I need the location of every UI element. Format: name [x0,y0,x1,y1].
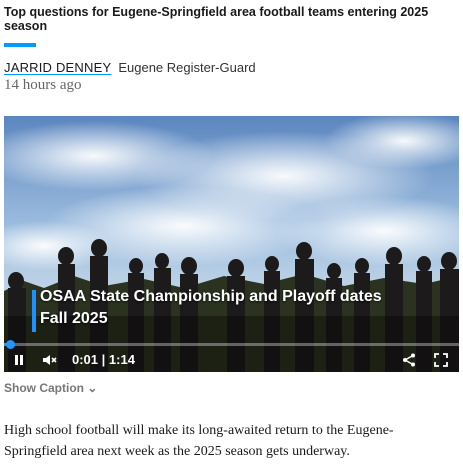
video-player[interactable]: OSAA State Championship and Playoff date… [4,116,459,372]
show-caption-label: Show Caption [4,381,84,395]
share-button[interactable] [402,352,416,368]
article-headline: Top questions for Eugene-Springfield are… [4,5,429,33]
video-overlay-title: OSAA State Championship and Playoff date… [40,288,382,305]
video-overlay-subtitle: Fall 2025 [40,310,108,327]
byline: JARRID DENNEY Eugene Register-Guard [4,60,256,75]
progress-bar[interactable] [4,343,459,346]
outlet-name: Eugene Register-Guard [118,60,256,75]
time-display: 0:01 | 1:14 [72,352,135,367]
fullscreen-icon [434,353,448,367]
article-body-paragraph: High school football will make its long-… [4,423,394,459]
mute-button[interactable] [42,352,58,368]
publish-timestamp: 14 hours ago [4,77,82,93]
show-caption-button[interactable]: Show Caption ⌄ [4,381,97,395]
current-time: 0:01 [72,352,99,367]
time-separator: | [101,352,106,367]
video-frame [4,116,459,372]
chevron-down-icon: ⌄ [87,381,98,395]
overlay-accent-bar [32,290,36,332]
pause-button[interactable] [14,352,24,368]
muted-speaker-icon [43,355,57,365]
pause-icon [15,355,23,365]
author-link[interactable]: JARRID DENNEY [4,60,111,75]
fullscreen-button[interactable] [434,352,448,368]
share-icon [403,353,415,367]
duration: 1:14 [108,352,135,367]
headline-accent-bar [4,43,36,47]
